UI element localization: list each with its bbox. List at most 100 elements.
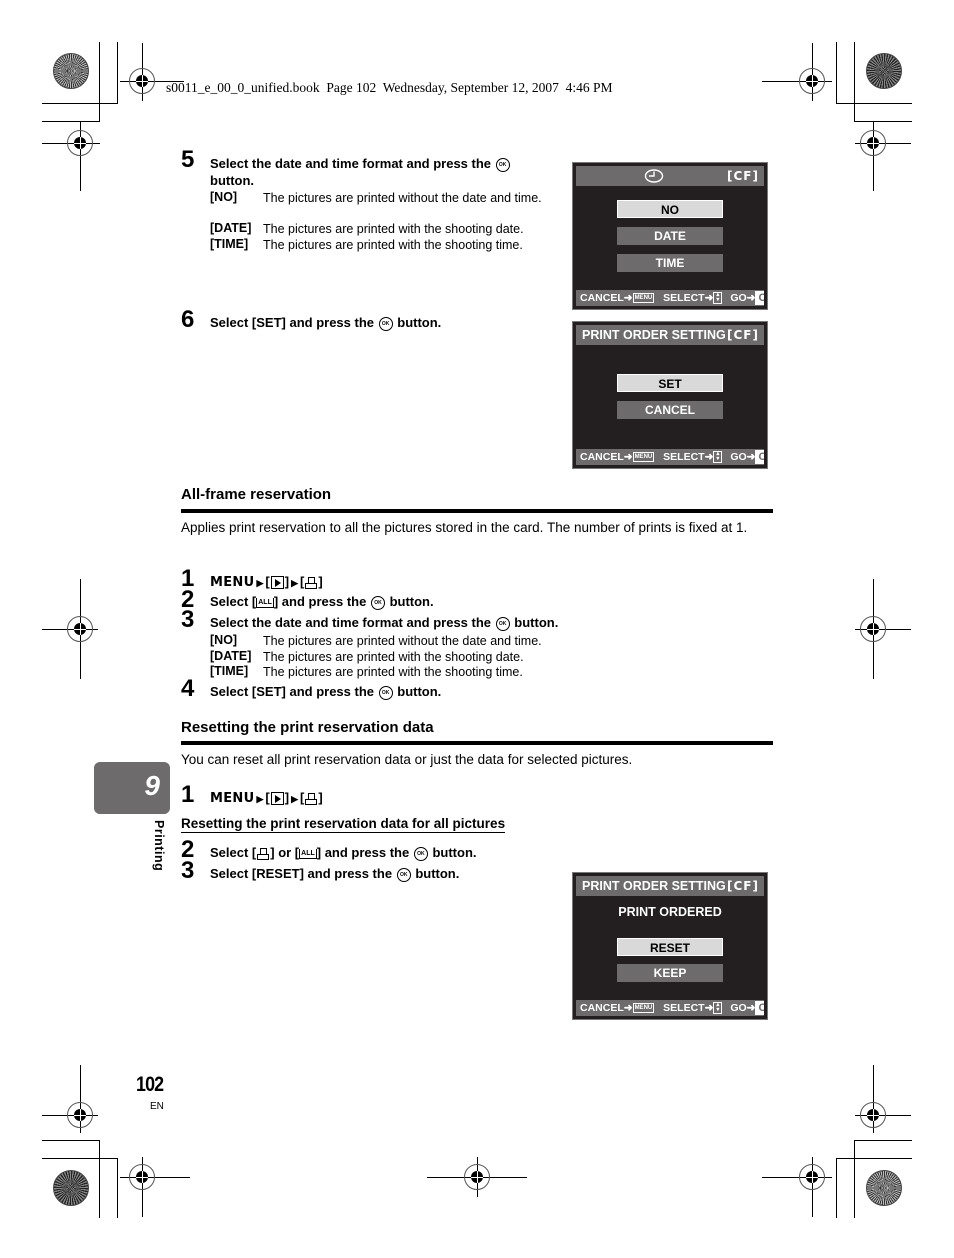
definition-key: [DATE] (210, 221, 252, 235)
screen-footer: CANCEL➜MENU SELECT➜▴▾ GO➜OK (576, 290, 764, 306)
print-order-icon (257, 847, 270, 860)
definition-key: [TIME] (210, 664, 249, 678)
section-description: Applies print reservation to all the pic… (181, 520, 748, 535)
screen-option-no[interactable]: NO (617, 200, 723, 218)
arrow-icon: ➜ (623, 451, 633, 463)
step-number: 5 (181, 146, 195, 173)
ok-button-icon: OK (378, 685, 393, 700)
screen-option-keep[interactable]: KEEP (617, 964, 723, 982)
arrow-right-icon: ▶ (291, 794, 298, 804)
playback-icon (270, 576, 284, 590)
color-target-icon (53, 1170, 89, 1206)
camera-screen-print-order-reset: PRINT ORDER SETTING [CF] PRINT ORDERED R… (572, 872, 768, 1020)
chapter-number: 9 (144, 770, 160, 801)
step-number: 4 (181, 675, 195, 702)
step-number: 3 (181, 606, 195, 633)
ok-button-icon: OK (755, 1001, 764, 1016)
section-title-reset: Resetting the print reservation data (181, 719, 434, 736)
definition-key: [TIME] (210, 237, 249, 251)
card-label: [CF] (727, 328, 759, 342)
chapter-tab: 9 (94, 762, 170, 814)
ok-button-icon: OK (413, 846, 428, 861)
arrow-icon: ➜ (704, 292, 714, 304)
screen-option-cancel[interactable]: CANCEL (617, 401, 723, 419)
ok-button-icon: OK (396, 867, 411, 882)
screen-footer: CANCEL➜MENU SELECT➜▴▾ GO➜OK (576, 1000, 764, 1016)
color-target-icon (866, 1170, 902, 1206)
arrow-icon: ➜ (746, 451, 756, 463)
card-label: [CF] (727, 879, 759, 893)
camera-screen-date-format: [CF] NO DATE TIME CANCEL➜ MENU SELECT➜ ▴ ▾ … (572, 162, 768, 310)
color-target-icon (866, 53, 902, 89)
ok-button-icon: OK (495, 616, 510, 631)
step-text: Select [ALL] and press the OK button. (210, 594, 434, 610)
section-title-all-frame: All-frame reservation (181, 486, 332, 503)
section-rule (181, 741, 773, 745)
step-text: Select [SET] and press the OK button. (210, 315, 442, 331)
step-number: 3 (181, 857, 195, 884)
playback-icon (270, 792, 284, 806)
menu-path: MENU ▶[] ▶[] (210, 790, 323, 806)
arrow-right-icon: ▶ (291, 578, 298, 588)
definition-value: The pictures are printed with the shooti… (263, 238, 523, 252)
ok-button-icon: OK (378, 316, 393, 331)
arrow-icon: ➜ (704, 1002, 714, 1014)
step-number: 6 (181, 306, 195, 333)
screen-titlebar: PRINT ORDER SETTING [CF] (576, 876, 764, 896)
menu-button-icon: MENU (632, 1003, 655, 1014)
print-all-icon: ALL (299, 848, 317, 859)
menu-path: MENU ▶[] ▶[] (210, 574, 323, 590)
screen-option-time[interactable]: TIME (617, 254, 723, 272)
definition-key: [NO] (210, 633, 238, 647)
definition-value: The pictures are printed without the dat… (263, 634, 542, 648)
ok-button-icon: OK (370, 595, 385, 610)
up-down-icon: ▴ ▾ (713, 1002, 723, 1015)
arrow-icon: ➜ (704, 451, 714, 463)
color-target-icon (53, 53, 89, 89)
step-number: 1 (181, 781, 195, 808)
definition-value: The pictures are printed with the shooti… (263, 650, 524, 664)
screen-option-date[interactable]: DATE (617, 227, 723, 245)
definition-key: [DATE] (210, 649, 252, 663)
menu-button-icon: MENU (632, 293, 655, 304)
print-all-icon: ALL (256, 597, 274, 608)
print-order-icon (305, 576, 318, 589)
definition-value: The pictures are printed without the dat… (263, 191, 542, 205)
language-code: EN (150, 1101, 164, 1112)
screen-option-reset[interactable]: RESET (617, 938, 723, 956)
arrow-right-icon: ▶ (256, 578, 264, 588)
up-down-icon: ▴ ▾ (713, 292, 723, 305)
definition-key: [NO] (210, 190, 238, 204)
screen-titlebar: [CF] (576, 166, 764, 186)
clock-icon (644, 169, 664, 183)
camera-screen-print-order-set: PRINT ORDER SETTING [CF] SET CANCEL CANC… (572, 321, 768, 469)
screen-footer: CANCEL➜MENU SELECT➜▴▾ GO➜OK (576, 449, 764, 465)
chapter-label: Printing (152, 820, 166, 872)
step-text: Select the date and time format and pres… (210, 155, 555, 189)
arrow-icon: ➜ (746, 292, 756, 304)
section-rule (181, 509, 773, 513)
card-label: [CF] (727, 169, 759, 183)
arrow-icon: ➜ (623, 292, 633, 304)
step-text: Select [SET] and press the OK button. (210, 684, 442, 700)
arrow-icon: ➜ (623, 1002, 633, 1014)
file-info-header: s0011_e_00_0_unified.book Page 102 Wedne… (166, 80, 613, 95)
subheading: Resetting the print reservation data for… (181, 816, 506, 833)
step-text: Select [RESET] and press the OK button. (210, 866, 460, 882)
up-down-icon: ▴ ▾ (713, 451, 723, 464)
page-number: 102 (136, 1073, 164, 1096)
print-order-icon (305, 792, 318, 805)
arrow-right-icon: ▶ (256, 794, 264, 804)
screen-option-set[interactable]: SET (617, 374, 723, 392)
ok-button-icon: OK (755, 291, 764, 306)
definition-value: The pictures are printed with the shooti… (263, 222, 524, 236)
ok-button-icon: OK (495, 157, 510, 172)
ok-button-icon: OK (755, 450, 764, 465)
definition-value: The pictures are printed with the shooti… (263, 665, 523, 679)
screen-message: PRINT ORDERED (618, 905, 722, 919)
menu-button-icon: MENU (632, 452, 655, 463)
screen-titlebar: PRINT ORDER SETTING [CF] (576, 325, 764, 345)
step-text: Select the date and time format and pres… (210, 615, 559, 631)
step-text: Select [] or [ALL] and press the OK butt… (210, 845, 477, 861)
arrow-icon: ➜ (746, 1002, 756, 1014)
